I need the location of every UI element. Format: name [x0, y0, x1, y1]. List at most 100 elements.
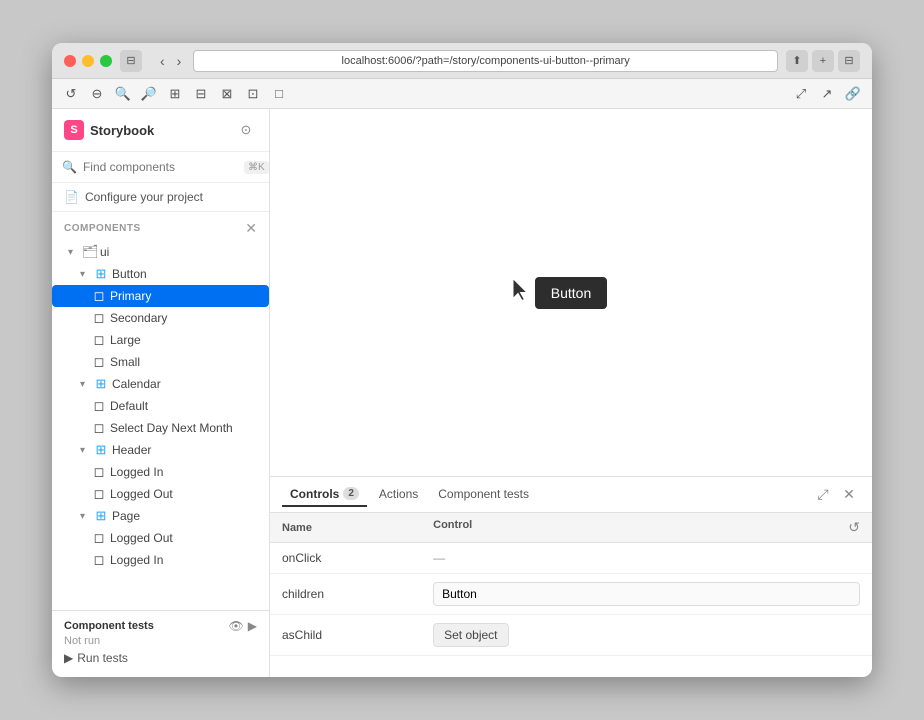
tab-controls-badge: 2 — [343, 487, 359, 500]
controls-tab-actions: ⤢ ✕ — [812, 484, 860, 506]
sidebar-item-header[interactable]: ▾ ⊞ Header — [52, 439, 269, 461]
sidebar-toggle-button[interactable]: ⊟ — [120, 50, 142, 72]
run-tests-button[interactable]: ▶ Run tests — [64, 647, 128, 669]
share-button[interactable]: ⬆ — [786, 50, 808, 72]
close-window-button[interactable] — [64, 55, 76, 67]
search-input[interactable] — [83, 160, 238, 174]
story-icon: ◻ — [92, 288, 106, 304]
sidebar-item-label: Select Day Next Month — [110, 421, 233, 435]
zoom-find-button[interactable]: 🔍 — [112, 83, 134, 105]
browser-window: ⊟ ‹ › localhost:6006/?path=/story/compon… — [52, 43, 872, 677]
search-icon: 🔍 — [62, 160, 77, 174]
fullscreen-button[interactable]: ⤢ — [790, 83, 812, 105]
tab-actions[interactable]: Actions — [371, 483, 426, 507]
sidebar-item-label: Secondary — [110, 311, 167, 325]
titlebar-right-buttons: ⬆ + ⊟ — [786, 50, 860, 72]
traffic-lights — [64, 55, 112, 67]
grid-2-button[interactable]: ⊟ — [190, 83, 212, 105]
chevron-down-icon: ▾ — [68, 247, 78, 258]
tab-controls[interactable]: Controls 2 — [282, 483, 367, 507]
configure-project-item[interactable]: 📄 Configure your project — [52, 183, 269, 212]
sidebar-item-label: Button — [112, 267, 147, 281]
story-icon: ◻ — [92, 530, 106, 546]
sidebar-item-page[interactable]: ▾ ⊞ Page — [52, 505, 269, 527]
story-icon: ◻ — [92, 398, 106, 414]
sidebar-item-calendar-default[interactable]: ◻ Default — [52, 395, 269, 417]
search-bar: 🔍 ⌘K + — [52, 152, 269, 183]
preview-demo-button[interactable]: Button — [535, 277, 607, 309]
zoom-in-button[interactable]: 🔎 — [138, 83, 160, 105]
sidebar-item-ui[interactable]: ▾ 🗂 ui — [52, 241, 269, 263]
section-close-button[interactable]: ✕ — [245, 220, 257, 237]
sidebar-item-header-logged-out[interactable]: ◻ Logged Out — [52, 483, 269, 505]
sidebar-item-label: Default — [110, 399, 148, 413]
tests-actions: 👁 ▶ — [229, 619, 257, 633]
grid-1-button[interactable]: ⊞ — [164, 83, 186, 105]
address-bar[interactable]: localhost:6006/?path=/story/components-u… — [193, 50, 778, 72]
grid-4-button[interactable]: ⊡ — [242, 83, 264, 105]
component-icon: ⊞ — [94, 442, 108, 458]
sidebar-item-label: ui — [100, 245, 109, 259]
sidebar-settings-button[interactable]: ⊙ — [235, 119, 257, 141]
folder-icon: 🗂 — [82, 244, 96, 260]
chevron-down-icon: ▾ — [80, 269, 90, 280]
sidebar-item-button[interactable]: ▾ ⊞ Button — [52, 263, 269, 285]
sidebar-item-header-logged-in[interactable]: ◻ Logged In — [52, 461, 269, 483]
tabs-button[interactable]: ⊟ — [838, 50, 860, 72]
story-icon: ◻ — [92, 486, 106, 502]
controls-table: Name Control ↺ onClick — [270, 513, 872, 677]
set-object-button[interactable]: Set object — [433, 623, 508, 647]
tab-actions-label: Actions — [379, 487, 418, 501]
controls-close-button[interactable]: ✕ — [838, 484, 860, 506]
configure-icon: 📄 — [64, 190, 79, 204]
refresh-button[interactable]: ↺ — [60, 83, 82, 105]
back-button[interactable]: ‹ — [156, 51, 169, 71]
sidebar-item-label: Logged In — [110, 465, 163, 479]
tests-run-button[interactable]: ▶ — [248, 619, 257, 633]
new-tab-button[interactable]: + — [812, 50, 834, 72]
zoom-out-button[interactable]: ⊖ — [86, 83, 108, 105]
component-tests-panel: Component tests 👁 ▶ Not run ▶ Run tests — [52, 610, 269, 677]
minimize-window-button[interactable] — [82, 55, 94, 67]
controls-expand-button[interactable]: ⤢ — [812, 484, 834, 506]
sidebar-item-small[interactable]: ◻ Small — [52, 351, 269, 373]
layout-button[interactable]: □ — [268, 83, 290, 105]
children-input[interactable] — [433, 582, 860, 606]
control-value-onclick: — — [421, 543, 872, 574]
copy-link-button[interactable]: 🔗 — [842, 83, 864, 105]
sidebar-item-page-logged-out[interactable]: ◻ Logged Out — [52, 527, 269, 549]
sidebar-item-label: Small — [110, 355, 140, 369]
external-link-button[interactable]: ↗ — [816, 83, 838, 105]
chevron-down-icon: ▾ — [80, 511, 90, 522]
control-name-aschild: asChild — [270, 615, 421, 656]
control-name-onclick: onClick — [270, 543, 421, 574]
column-header-name: Name — [270, 513, 421, 543]
column-header-control: Control ↺ — [421, 513, 872, 543]
sidebar-item-label: Logged Out — [110, 531, 173, 545]
tests-view-button[interactable]: 👁 — [229, 619, 244, 633]
sidebar-item-secondary[interactable]: ◻ Secondary — [52, 307, 269, 329]
grid-3-button[interactable]: ⊠ — [216, 83, 238, 105]
sidebar-item-select-day[interactable]: ◻ Select Day Next Month — [52, 417, 269, 439]
run-tests-label: Run tests — [77, 651, 128, 665]
reset-all-button[interactable]: ↺ — [848, 519, 860, 536]
component-icon: ⊞ — [94, 508, 108, 524]
chevron-down-icon: ▾ — [80, 445, 90, 456]
sidebar-title: Storybook — [90, 123, 235, 138]
story-icon: ◻ — [92, 354, 106, 370]
maximize-window-button[interactable] — [100, 55, 112, 67]
tab-component-tests[interactable]: Component tests — [430, 483, 537, 507]
sidebar-item-large[interactable]: ◻ Large — [52, 329, 269, 351]
story-icon: ◻ — [92, 420, 106, 436]
sidebar-item-page-logged-in[interactable]: ◻ Logged In — [52, 549, 269, 571]
search-shortcut: ⌘K — [244, 161, 269, 174]
control-value-aschild: Set object — [421, 615, 872, 656]
cursor-indicator — [511, 276, 535, 309]
sidebar-item-primary[interactable]: ◻ Primary — [52, 285, 269, 307]
configure-label: Configure your project — [85, 190, 203, 204]
tests-title: Component tests — [64, 620, 154, 632]
sidebar-item-calendar[interactable]: ▾ ⊞ Calendar — [52, 373, 269, 395]
sidebar-item-label: Primary — [110, 289, 151, 303]
forward-button[interactable]: › — [173, 51, 186, 71]
control-name-children: children — [270, 574, 421, 615]
